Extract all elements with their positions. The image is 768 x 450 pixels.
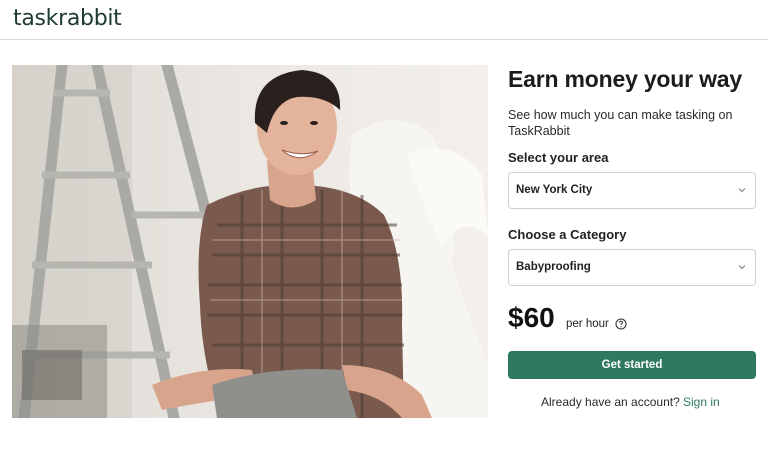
hero-photo — [12, 65, 488, 418]
hourly-price: $60 — [508, 302, 555, 333]
area-label: Select your area — [508, 150, 609, 165]
area-select[interactable]: New York City — [508, 172, 756, 209]
top-navigation-bar: taskrabbit — [0, 0, 768, 40]
category-label: Choose a Category — [508, 227, 627, 242]
question-circle-icon[interactable] — [615, 318, 627, 330]
sign-in-link[interactable]: Sign in — [683, 395, 720, 409]
get-started-button[interactable]: Get started — [508, 351, 756, 379]
taskrabbit-logo[interactable]: taskrabbit — [13, 6, 122, 31]
area-select-value: New York City — [516, 184, 593, 196]
category-select[interactable]: Babyproofing — [508, 249, 756, 286]
category-select-value: Babyproofing — [516, 261, 591, 273]
subtext: See how much you can make tasking on Tas… — [508, 108, 733, 138]
headline: Earn money your way — [508, 66, 742, 92]
account-prompt: Already have an account? — [541, 395, 680, 409]
per-hour-label: per hour — [566, 318, 609, 330]
chevron-down-icon — [738, 188, 746, 193]
chevron-down-icon — [738, 265, 746, 270]
